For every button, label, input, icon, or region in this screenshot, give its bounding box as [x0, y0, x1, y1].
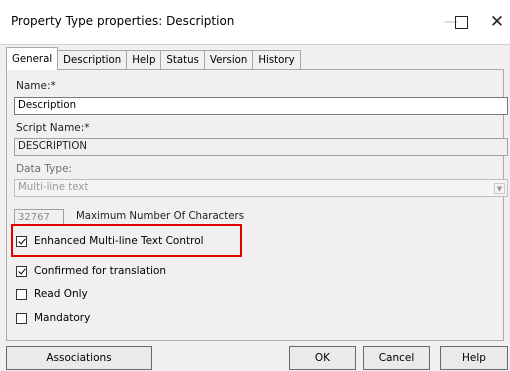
data-type-select[interactable]: Multi-line text ▼	[14, 179, 508, 197]
checkbox-unchecked-icon	[16, 288, 27, 300]
enhanced-multiline-label: Enhanced Multi-line Text Control	[34, 235, 204, 247]
name-input[interactable]: Description	[14, 97, 508, 115]
maximize-button[interactable]	[446, 10, 476, 34]
data-type-label: Data Type:	[16, 163, 73, 175]
tab-description[interactable]: Description	[57, 50, 128, 70]
tab-history[interactable]: History	[252, 50, 301, 70]
tab-help[interactable]: Help	[126, 50, 162, 70]
mandatory-label: Mandatory	[34, 312, 91, 324]
script-name-label: Script Name:*	[16, 122, 90, 134]
tab-strip: General Description Help Status Version …	[6, 47, 301, 70]
tab-status[interactable]: Status	[160, 50, 205, 70]
checkbox-checked-icon	[16, 265, 27, 277]
checkbox-checked-icon	[16, 235, 27, 247]
confirmed-translation-checkbox[interactable]: Confirmed for translation	[16, 262, 166, 280]
tab-general[interactable]: General	[6, 47, 59, 70]
help-button[interactable]: Help	[440, 346, 508, 370]
maximize-icon	[454, 15, 468, 29]
tab-version[interactable]: Version	[203, 50, 254, 70]
window-title: Property Type properties: Description	[11, 14, 235, 28]
confirmed-translation-label: Confirmed for translation	[34, 265, 167, 277]
data-type-value: Multi-line text	[18, 182, 89, 193]
enhanced-multiline-checkbox[interactable]: Enhanced Multi-line Text Control	[16, 232, 204, 250]
title-bar: Property Type properties: Description — …	[0, 0, 510, 44]
properties-dialog: Property Type properties: Description — …	[0, 0, 510, 371]
name-label: Name:*	[16, 80, 56, 92]
read-only-checkbox[interactable]: Read Only	[16, 285, 88, 303]
read-only-label: Read Only	[34, 288, 88, 300]
cancel-button[interactable]: Cancel	[363, 346, 430, 370]
ok-button[interactable]: OK	[289, 346, 356, 370]
close-icon: ✕	[489, 12, 505, 32]
max-chars-label: Maximum Number Of Characters	[76, 211, 245, 222]
title-divider	[0, 44, 510, 45]
close-button[interactable]: ✕	[482, 10, 510, 34]
associations-button[interactable]: Associations	[6, 346, 152, 370]
mandatory-checkbox[interactable]: Mandatory	[16, 309, 90, 327]
checkbox-unchecked-icon	[16, 312, 27, 324]
script-name-field: DESCRIPTION	[14, 138, 508, 156]
chevron-down-icon: ▼	[494, 183, 505, 194]
